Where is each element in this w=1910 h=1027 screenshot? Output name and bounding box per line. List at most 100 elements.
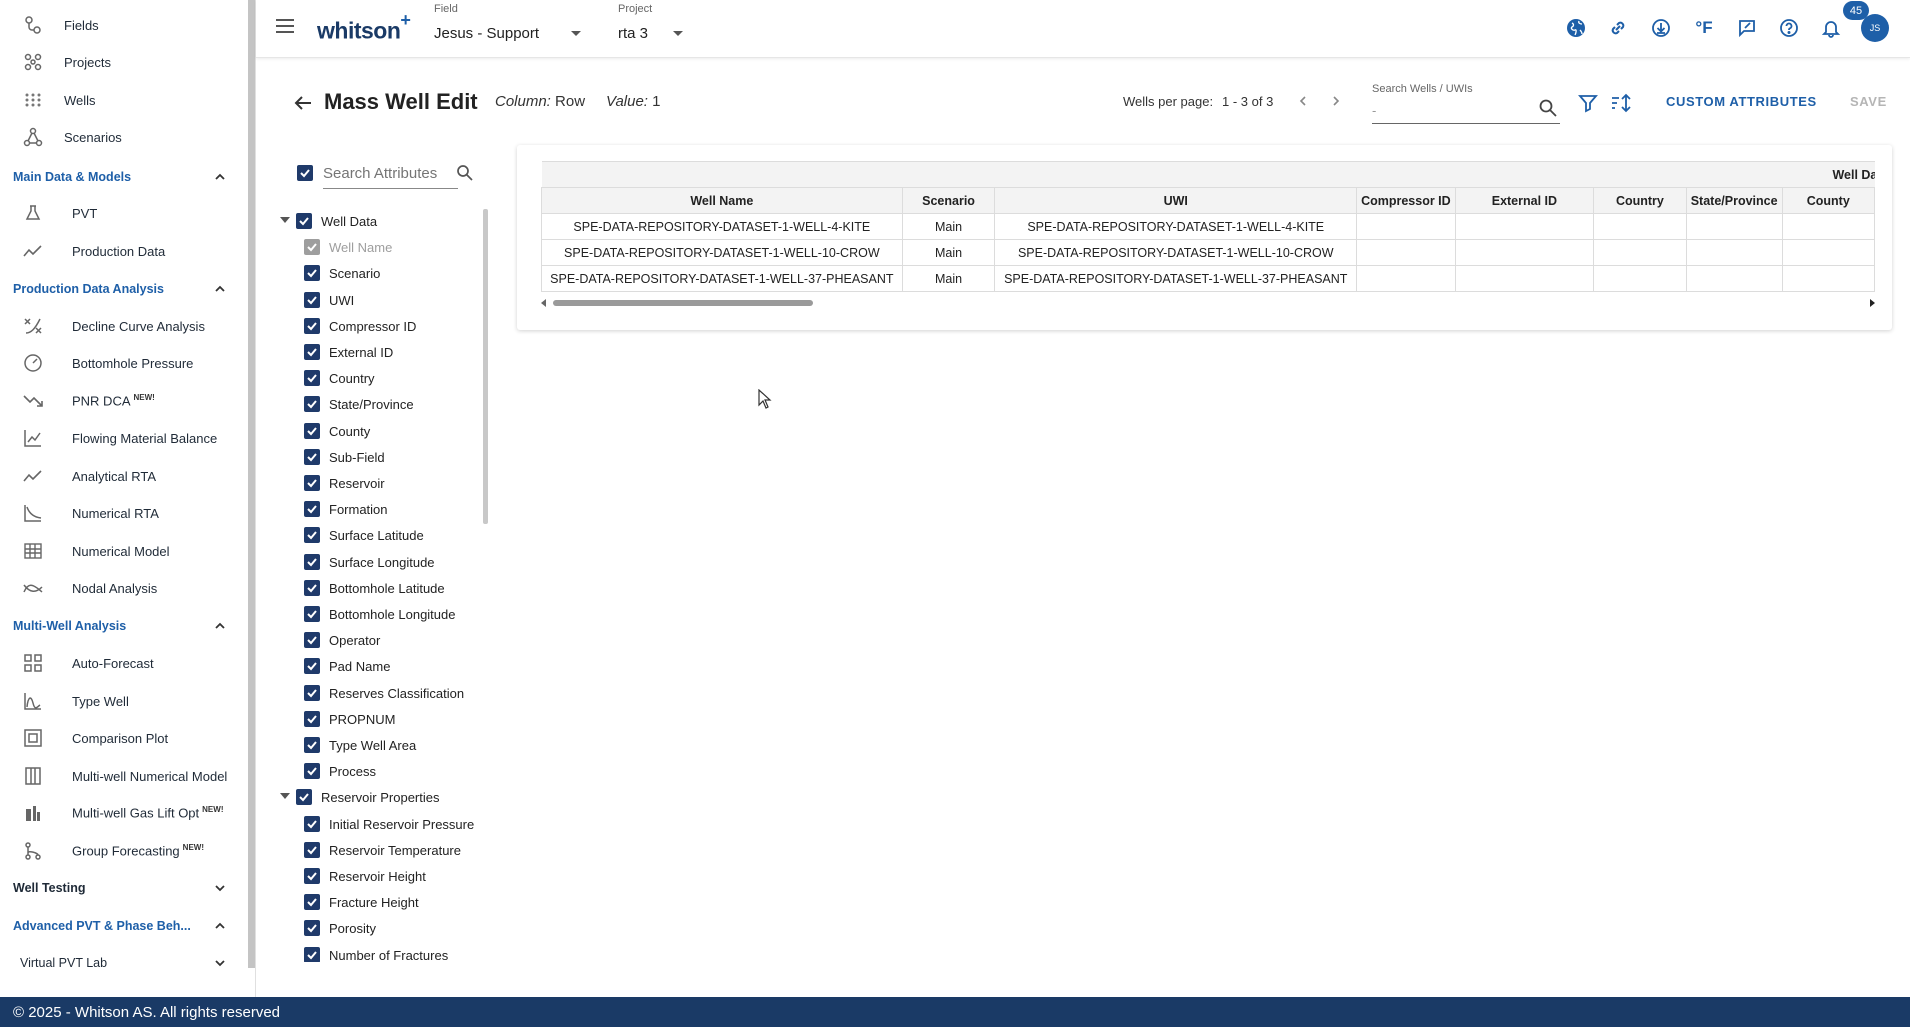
attribute-row[interactable]: Number of Fractures	[280, 942, 480, 962]
attribute-row[interactable]: Porosity	[280, 915, 480, 941]
sidebar-item-production-data[interactable]: Production Data	[0, 233, 249, 269]
attribute-row[interactable]: County	[280, 418, 480, 444]
section-virtual-pvt-lab[interactable]: Virtual PVT Lab	[0, 946, 249, 980]
download-circle-icon[interactable]	[1649, 16, 1673, 40]
attribute-checkbox[interactable]	[304, 816, 320, 832]
field-select[interactable]: Jesus - Support	[434, 25, 539, 42]
previous-page-button[interactable]	[1294, 92, 1312, 110]
section-production-data-analysis[interactable]: Production Data Analysis	[0, 272, 249, 306]
sidebar-item-auto-forecast[interactable]: Auto-Forecast	[0, 645, 249, 681]
expand-triangle-icon[interactable]	[280, 217, 290, 223]
attribute-checkbox[interactable]	[304, 554, 320, 570]
attribute-row[interactable]: Fracture Height	[280, 889, 480, 915]
sidebar-item-numerical-rta[interactable]: Numerical RTA	[0, 495, 249, 531]
sidebar-item-scenarios[interactable]: Scenarios	[0, 119, 249, 155]
attribute-checkbox[interactable]	[304, 842, 320, 858]
attribute-row[interactable]: Formation	[280, 496, 480, 522]
field-dropdown-arrow-icon[interactable]	[571, 31, 581, 36]
table-cell[interactable]: Main	[902, 240, 995, 266]
table-cell[interactable]: SPE-DATA-REPOSITORY-DATASET-1-WELL-4-KIT…	[542, 214, 903, 240]
attribute-group-row[interactable]: Well Data	[280, 208, 480, 234]
section-multi-well-analysis[interactable]: Multi-Well Analysis	[0, 609, 249, 643]
attribute-checkbox[interactable]	[304, 711, 320, 727]
attribute-row[interactable]: UWI	[280, 287, 480, 313]
sidebar-item-decline-curve-analysis[interactable]: Decline Curve Analysis	[0, 308, 249, 344]
column-header[interactable]: Well Name	[542, 188, 903, 214]
column-header[interactable]: UWI	[995, 188, 1357, 214]
attribute-checkbox[interactable]	[304, 947, 320, 962]
sidebar-scrollbar[interactable]	[248, 0, 255, 968]
attribute-list-scrollbar[interactable]	[483, 209, 488, 524]
temperature-unit-toggle[interactable]: °F	[1692, 16, 1716, 40]
attribute-checkbox[interactable]	[304, 527, 320, 543]
feedback-icon[interactable]	[1735, 16, 1759, 40]
menu-icon[interactable]	[276, 19, 294, 33]
attribute-checkbox[interactable]	[304, 658, 320, 674]
attribute-row[interactable]: Compressor ID	[280, 313, 480, 339]
attribute-checkbox[interactable]	[304, 632, 320, 648]
attribute-row[interactable]: Reservoir Temperature	[280, 837, 480, 863]
sidebar-item-projects[interactable]: Projects	[0, 44, 249, 80]
column-header[interactable]: External ID	[1455, 188, 1593, 214]
attribute-checkbox[interactable]	[304, 344, 320, 360]
select-all-checkbox[interactable]	[297, 165, 313, 181]
group-checkbox[interactable]	[296, 789, 312, 805]
attribute-checkbox[interactable]	[304, 475, 320, 491]
attribute-checkbox[interactable]	[304, 292, 320, 308]
attribute-group-row[interactable]: Reservoir Properties	[280, 784, 480, 810]
attribute-row[interactable]: Operator	[280, 627, 480, 653]
sidebar-item-multi-well-gas-lift-opt[interactable]: Multi-well Gas Lift OptNEW!	[0, 795, 249, 831]
scroll-right-arrow-icon[interactable]	[1870, 299, 1875, 307]
attribute-checkbox[interactable]	[304, 501, 320, 517]
sidebar-item-group-forecasting[interactable]: Group ForecastingNEW!	[0, 833, 249, 869]
attribute-checkbox[interactable]	[304, 737, 320, 753]
table-cell[interactable]	[1782, 266, 1874, 292]
sidebar-item-type-well[interactable]: Type Well	[0, 683, 249, 719]
table-cell[interactable]	[1455, 266, 1593, 292]
section-main-data[interactable]: Main Data & Models	[0, 160, 249, 194]
table-cell[interactable]: SPE-DATA-REPOSITORY-DATASET-1-WELL-37-PH…	[995, 266, 1357, 292]
attribute-row[interactable]: Country	[280, 365, 480, 391]
column-header[interactable]: County	[1782, 188, 1874, 214]
notifications-bell-icon[interactable]	[1819, 16, 1843, 40]
sidebar-item-multi-well-numerical-model[interactable]: Multi-well Numerical Model	[0, 758, 249, 794]
attribute-checkbox[interactable]	[304, 920, 320, 936]
section-advanced-pvt[interactable]: Advanced PVT & Phase Beh...	[0, 909, 249, 943]
group-checkbox[interactable]	[296, 213, 312, 229]
search-wells-input[interactable]	[1372, 98, 1560, 124]
table-cell[interactable]: Main	[902, 214, 995, 240]
attribute-checkbox[interactable]	[304, 606, 320, 622]
attribute-checkbox[interactable]	[304, 763, 320, 779]
globe-icon[interactable]	[1564, 16, 1588, 40]
column-header[interactable]: Compressor ID	[1357, 188, 1456, 214]
attribute-row[interactable]: Bottomhole Latitude	[280, 575, 480, 601]
sidebar-item-flowing-material-balance[interactable]: Flowing Material Balance	[0, 420, 249, 456]
attribute-row[interactable]: Initial Reservoir Pressure	[280, 811, 480, 837]
table-cell[interactable]: SPE-DATA-REPOSITORY-DATASET-1-WELL-37-PH…	[542, 266, 903, 292]
sidebar-item-nodal-analysis[interactable]: Nodal Analysis	[0, 570, 249, 606]
attribute-checkbox[interactable]	[304, 423, 320, 439]
column-header[interactable]: Country	[1594, 188, 1687, 214]
horizontal-scrollbar[interactable]	[541, 297, 1875, 307]
attribute-row[interactable]: Bottomhole Longitude	[280, 601, 480, 627]
attribute-checkbox[interactable]	[304, 685, 320, 701]
column-header[interactable]: State/Province	[1686, 188, 1782, 214]
attribute-checkbox[interactable]	[304, 449, 320, 465]
attribute-checkbox[interactable]	[304, 318, 320, 334]
sidebar-item-bottomhole-pressure[interactable]: Bottomhole Pressure	[0, 345, 249, 381]
search-attributes-input[interactable]	[323, 159, 458, 189]
table-cell[interactable]: Main	[902, 266, 995, 292]
table-cell[interactable]	[1594, 214, 1687, 240]
attribute-checkbox[interactable]	[304, 868, 320, 884]
table-cell[interactable]	[1594, 240, 1687, 266]
table-cell[interactable]	[1686, 214, 1782, 240]
search-icon[interactable]	[1538, 98, 1558, 118]
attribute-checkbox[interactable]	[304, 370, 320, 386]
attribute-checkbox[interactable]	[304, 580, 320, 596]
table-cell[interactable]	[1357, 266, 1456, 292]
table-cell[interactable]	[1686, 266, 1782, 292]
sidebar-item-pvt[interactable]: PVT	[0, 195, 249, 231]
attribute-checkbox[interactable]	[304, 894, 320, 910]
attribute-row[interactable]: PROPNUM	[280, 706, 480, 732]
attribute-row[interactable]: Reserves Classification	[280, 680, 480, 706]
